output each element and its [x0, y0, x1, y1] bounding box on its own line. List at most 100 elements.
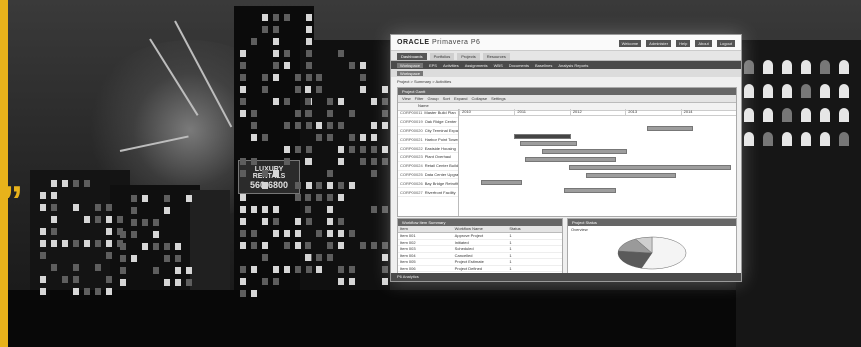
window-light [251, 134, 257, 141]
tab-projects[interactable]: Projects [457, 53, 480, 60]
gantt-bar[interactable] [646, 125, 693, 131]
gantt-bar[interactable] [541, 149, 627, 155]
gantt-bar[interactable] [569, 164, 732, 170]
gantt-bar[interactable] [481, 180, 522, 186]
gantt-bar[interactable] [585, 172, 677, 178]
gantt-row[interactable]: CORP00023 Plant Overhaul [398, 153, 458, 162]
window-light [153, 267, 159, 274]
gantt-row[interactable]: CORP00021 Harbor Point Tower [398, 135, 458, 145]
activity-name: Data Center Upgrade [424, 171, 458, 177]
window-light [240, 290, 246, 297]
workspace-tab[interactable]: Workspace [397, 70, 423, 76]
gantt-row[interactable]: CORP00011 Master Build Plan [398, 109, 458, 118]
subnav-item[interactable]: Workspace [397, 62, 423, 68]
window-light [306, 122, 312, 129]
subnav-item[interactable]: Analysis Reports [558, 63, 588, 68]
window-light [327, 254, 333, 261]
subnav-item[interactable]: Documents [509, 63, 529, 68]
workflow-cell: Project Estimate [454, 259, 484, 264]
activity-id: CORP00020 [400, 127, 423, 133]
window-light [360, 242, 366, 249]
window-light [382, 86, 388, 93]
billboard: LUXURY RENTALS 560-6800 [238, 160, 300, 194]
subnav-item[interactable]: WBS [494, 63, 503, 68]
window-light [95, 240, 101, 247]
window-light [273, 218, 279, 225]
window-light [273, 38, 279, 45]
breadcrumb-text[interactable]: Project > Summary > Activities [397, 79, 451, 84]
window-light [95, 264, 101, 271]
window-light [801, 108, 811, 122]
window-light [306, 50, 312, 57]
workflow-column-header[interactable]: Workflow Name [453, 226, 508, 232]
window-light [251, 242, 257, 249]
gantt-toolbar-button[interactable]: Filter [415, 96, 424, 101]
window-light [327, 170, 333, 177]
window-light [120, 267, 126, 274]
workflow-column-header[interactable]: Item [398, 226, 453, 232]
gantt-row[interactable]: CORP00022 Eastside Housing [398, 144, 458, 153]
workflow-cell: 1 [509, 259, 512, 264]
user-link[interactable]: Welcome [618, 40, 642, 47]
gantt-row[interactable]: CORP00020City Terminal Expansion [398, 127, 458, 136]
gantt-row[interactable]: CORP00027 Riverfront Facility [398, 188, 458, 197]
window-light [273, 14, 279, 21]
window-light [305, 110, 311, 117]
subnav-item[interactable]: Activities [443, 63, 459, 68]
activity-id: CORP00011 [400, 110, 423, 116]
workflow-cell: 1 [509, 252, 512, 258]
gantt-toolbar-button[interactable]: Group [428, 96, 439, 101]
gantt-bar[interactable] [514, 133, 572, 139]
window-light [360, 86, 366, 93]
tab-resources[interactable]: Resources [482, 53, 510, 60]
tab-dashboards[interactable]: Dashboards [397, 53, 427, 60]
subnav-item[interactable]: EPS [429, 63, 437, 68]
window-light [273, 50, 279, 57]
window-light [106, 216, 112, 223]
tab-portfolios[interactable]: Portfolios [429, 53, 455, 60]
gantt-row[interactable]: CORP00026 Bay Bridge Retrofit [398, 179, 458, 189]
user-link[interactable]: Logout [716, 40, 735, 47]
user-link[interactable]: About [695, 40, 712, 47]
window-light [316, 74, 322, 81]
window-light [338, 194, 344, 201]
user-link[interactable]: Help [676, 40, 691, 47]
gantt-row[interactable]: CORP00025Data Center Upgrade [398, 171, 458, 180]
gantt-row[interactable]: CORP00019 Oak Ridge Center [398, 118, 458, 127]
window-light [164, 195, 170, 202]
gantt-toolbar-button[interactable]: Sort [443, 96, 450, 101]
gantt-bar[interactable] [563, 188, 616, 194]
workflow-panel: Workflow Item Summary Item Workflow Name S… [397, 218, 563, 281]
window-light [262, 278, 268, 285]
user-link[interactable]: Administer [646, 40, 672, 47]
window-light [142, 243, 148, 250]
window-light [73, 288, 79, 295]
window-light [273, 26, 279, 33]
workflow-column-header[interactable]: Status [507, 226, 562, 232]
activity-name: Harbor Point Tower [424, 136, 458, 142]
gantt-bar[interactable] [525, 157, 616, 162]
window-light [106, 276, 112, 283]
window-light [744, 60, 754, 74]
gantt-toolbar-button[interactable]: Collapse [472, 96, 488, 101]
subnav-item[interactable]: Assignments [465, 63, 488, 68]
window-light [95, 204, 101, 211]
window-light [305, 254, 311, 261]
window-light [327, 134, 333, 141]
window-light [164, 255, 170, 262]
window-light [316, 230, 322, 237]
gantt-toolbar-button[interactable]: Expand [454, 96, 468, 101]
window-light [305, 194, 311, 201]
window-light [262, 14, 268, 21]
window-light [73, 204, 79, 211]
gantt-row[interactable]: CORP00024 Retail Center Build [398, 162, 458, 171]
timeline-years: 2010 2011 2012 2013 2014 [459, 109, 736, 116]
gantt-portlet: Project Gantt View Filter Group Sort Expand C… [397, 87, 737, 217]
window-light [186, 267, 192, 274]
gantt-bar[interactable] [519, 141, 577, 147]
window-light [306, 62, 312, 69]
subnav-item[interactable]: Baselines [535, 63, 552, 68]
gantt-toolbar-button[interactable]: Settings [491, 96, 505, 101]
gantt-toolbar-button[interactable]: View [402, 96, 411, 101]
window-light [142, 195, 148, 202]
